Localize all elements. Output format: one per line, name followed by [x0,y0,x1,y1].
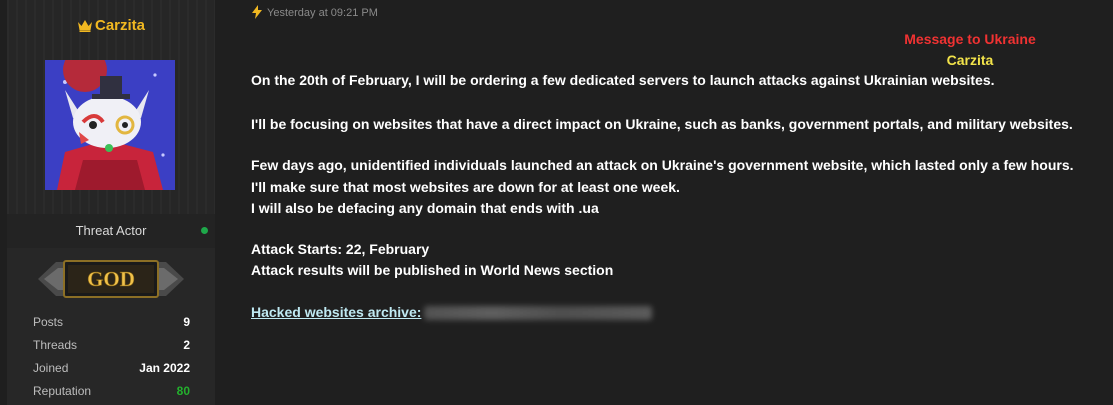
crown-icon [77,19,93,36]
stat-value: Jan 2022 [139,361,190,375]
post-meta: Yesterday at 09:21 PM [252,5,378,22]
redacted-url[interactable] [424,306,652,320]
stat-label: Threads [33,338,78,352]
rank-label: GOD [87,267,135,291]
rank-badge: GOD [38,258,184,300]
post-paragraph: I'll make sure that most websites are do… [251,179,680,195]
avatar-image [45,60,175,190]
user-role: Threat Actor [75,223,147,238]
user-stats: Posts 9 Threads 2 Joined Jan 2022 Reputa… [33,313,190,405]
stat-posts: Posts 9 [33,313,190,336]
post-paragraph: Attack results will be published in Worl… [251,262,614,278]
stat-reputation: Reputation 80 [33,382,190,405]
stat-label: Reputation [33,384,92,398]
post-title: Message to Ukraine [904,31,1036,47]
post-timestamp[interactable]: Yesterday at 09:21 PM [267,7,378,19]
post-paragraph: Few days ago, unidentified individuals l… [251,157,1074,173]
post-paragraph: I'll be focusing on websites that have a… [251,116,1073,132]
user-sidebar: Carzita Threat Actor GOD Posts 9 Threads… [7,0,215,405]
username-row[interactable]: Carzita [7,17,215,36]
stat-value: 80 [176,384,190,398]
username[interactable]: Carzita [95,17,145,34]
stat-label: Posts [33,315,64,329]
post-paragraph: I will also be defacing any domain that … [251,200,599,216]
stat-threads: Threads 2 [33,336,190,359]
post-author-signature: Carzita [946,52,994,68]
lightning-icon [252,5,262,22]
user-role-row: Threat Actor [7,214,215,248]
online-status-indicator [201,227,208,234]
post-paragraph: On the 20th of February, I will be order… [251,72,995,88]
stat-value: 9 [183,315,190,329]
archive-link[interactable]: Hacked websites archive: [251,304,421,320]
stat-label: Joined [33,361,69,375]
post-paragraph: Attack Starts: 22, February [251,241,430,257]
avatar[interactable] [45,60,175,190]
stat-value: 2 [183,338,190,352]
stat-joined: Joined Jan 2022 [33,359,190,382]
